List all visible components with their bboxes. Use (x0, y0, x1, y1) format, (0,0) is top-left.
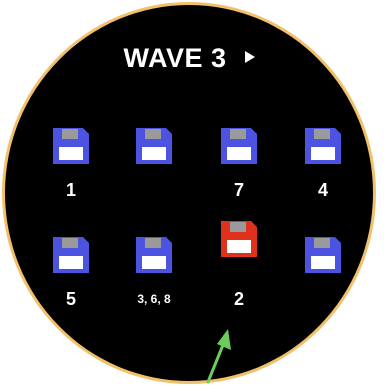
slot-label: 3, 6, 8 (137, 292, 171, 306)
save-slot-8[interactable] (298, 235, 348, 289)
slot-label: 7 (233, 180, 244, 200)
floppy-disk-icon (136, 128, 172, 164)
slot-label: 1 (65, 180, 76, 200)
floppy-disk-icon (136, 237, 172, 273)
save-slot-4[interactable]: 4 (298, 126, 348, 200)
save-slot-3[interactable]: 7 (214, 126, 264, 200)
save-slot-1[interactable]: 1 (46, 126, 96, 200)
play-icon[interactable] (244, 50, 255, 63)
slot-label: 4 (317, 180, 328, 200)
save-slot-5[interactable]: 5 (46, 235, 96, 309)
floppy-disk-icon (221, 221, 257, 257)
save-slot-2[interactable] (129, 126, 179, 180)
save-slot-6[interactable]: 3, 6, 8 (129, 235, 179, 309)
floppy-disk-icon (305, 237, 341, 273)
slot-label: 5 (65, 289, 76, 309)
screen: WAVE 3 1 7 4 5 3, 6, 8 2 (0, 0, 384, 388)
wave-title: WAVE 3 (123, 43, 227, 73)
floppy-disk-icon (305, 128, 341, 164)
save-slot-selected[interactable]: 2 (214, 219, 264, 309)
slot-label: 2 (233, 289, 244, 309)
watch-face: WAVE 3 1 7 4 5 3, 6, 8 2 (2, 2, 376, 384)
floppy-disk-icon (221, 128, 257, 164)
header: WAVE 3 (5, 43, 373, 74)
floppy-disk-icon (53, 237, 89, 273)
floppy-disk-icon (53, 128, 89, 164)
